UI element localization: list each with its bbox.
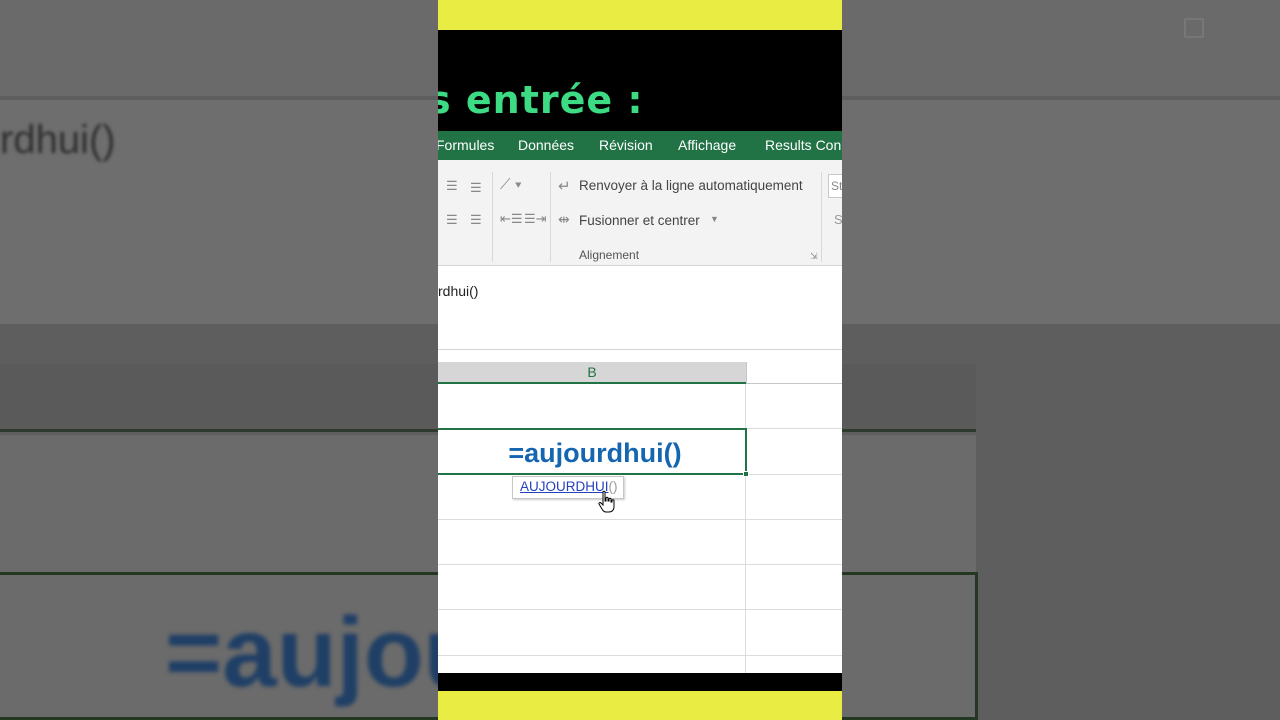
align-right-icon[interactable]: ☰ <box>470 212 482 228</box>
ribbon-separator <box>821 172 822 262</box>
active-cell[interactable]: =aujourdhui() <box>438 428 747 475</box>
align-middle-icon[interactable]: ☰ <box>470 180 482 196</box>
row-line <box>438 655 842 656</box>
ribbon-body: ☰ ☰ ⟋ ▾ ☰ ☰ ⇤☰ ☰⇥ ↵ Renvoyer à la ligne … <box>438 160 842 266</box>
style-label: S <box>834 212 842 227</box>
orientation-icon[interactable]: ⟋ ▾ <box>500 176 522 193</box>
column-header-b[interactable]: B <box>438 362 746 384</box>
video-frame: is entrée : Formules Données Révision Af… <box>438 0 842 720</box>
spreadsheet-grid[interactable]: B =aujourdhui() AUJOURDHUI() <box>438 350 842 673</box>
decrease-indent-icon[interactable]: ⇤☰ <box>500 211 523 227</box>
hand-cursor-icon <box>598 490 615 513</box>
bottom-yellow-banner <box>438 691 842 720</box>
tab-results-conn[interactable]: Results Conn <box>765 137 842 153</box>
style-dropdown[interactable]: St <box>828 174 842 198</box>
alignment-group-label: Alignement <box>579 248 640 262</box>
title-banner: is entrée : <box>438 30 842 131</box>
sheet-gap <box>438 350 842 362</box>
row-line <box>438 519 842 520</box>
top-yellow-banner <box>438 0 842 30</box>
bg-corner-icon <box>1184 18 1204 38</box>
dialog-launcher-icon[interactable]: ⇲ <box>810 251 818 262</box>
ribbon-separator <box>550 172 551 262</box>
ribbon-tab-bar: Formules Données Révision Affichage Resu… <box>438 131 842 160</box>
wrap-text-icon[interactable]: ↵ <box>558 177 571 195</box>
merge-dropdown-chevron-icon[interactable]: ▼ <box>710 214 719 224</box>
formula-bar-text: rdhui() <box>438 283 479 299</box>
tab-donnees[interactable]: Données <box>518 137 574 153</box>
merge-center-icon[interactable]: ⇹ <box>558 211 570 228</box>
fill-handle[interactable] <box>743 471 749 477</box>
tab-revision[interactable]: Révision <box>599 137 653 153</box>
row-line <box>438 609 842 610</box>
increase-indent-icon[interactable]: ☰⇥ <box>524 211 547 227</box>
merge-center-button[interactable]: Fusionner et centrer <box>579 213 700 228</box>
formula-bar[interactable]: rdhui() <box>438 266 842 350</box>
row-line <box>438 564 842 565</box>
ribbon-separator <box>492 172 493 262</box>
autocomplete-function-link[interactable]: AUJOURDHUI <box>520 479 609 494</box>
align-top-icon[interactable]: ☰ <box>446 178 458 194</box>
wrap-text-button[interactable]: Renvoyer à la ligne automatiquement <box>579 178 803 193</box>
title-text: is entrée : <box>438 78 644 122</box>
bg-formula-text: rdhui() <box>0 118 116 162</box>
tab-formules[interactable]: Formules <box>438 137 494 153</box>
bottom-black-bar <box>438 673 842 691</box>
tab-affichage[interactable]: Affichage <box>678 137 736 153</box>
align-center-icon[interactable]: ☰ <box>446 212 458 228</box>
bg-big-formula: =aujou <box>165 597 484 707</box>
active-cell-formula: =aujourdhui() <box>508 438 682 468</box>
column-header-c[interactable] <box>746 362 842 384</box>
